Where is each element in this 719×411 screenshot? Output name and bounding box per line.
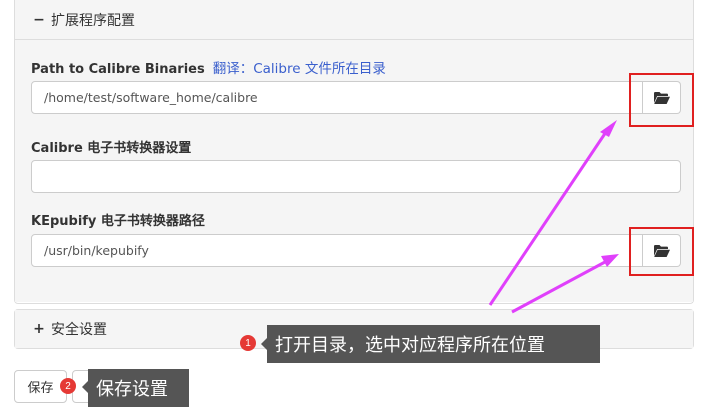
tooltip-2: 保存设置	[88, 369, 189, 407]
extension-config-title: 扩展程序配置	[51, 12, 135, 29]
highlight-box-binaries	[629, 73, 694, 127]
kepubify-path-group: /usr/bin/kepubify	[31, 234, 681, 267]
plus-icon: +	[33, 321, 45, 337]
calibre-converter-label: Calibre 电子书转换器设置	[31, 141, 192, 156]
kepubify-path-input[interactable]: /usr/bin/kepubify	[31, 234, 643, 267]
tooltip-1: 打开目录，选中对应程序所在位置	[267, 325, 600, 363]
calibre-binaries-group: /home/test/software_home/calibre	[31, 81, 681, 114]
calibre-binaries-hint: 翻译：Calibre 文件所在目录	[212, 61, 386, 77]
calibre-converter-input[interactable]	[31, 160, 681, 193]
minus-icon: −	[33, 11, 45, 28]
extension-config-panel: − 扩展程序配置 Path to Calibre Binaries 翻译：Cali…	[14, 0, 694, 304]
kepubify-path-label: KEpubify 电子书转换器路径	[31, 214, 205, 229]
annotation-badge-2: 2	[60, 378, 76, 394]
extension-config-body: Path to Calibre Binaries 翻译：Calibre 文件所在目…	[15, 40, 693, 302]
settings-page: − 扩展程序配置 Path to Calibre Binaries 翻译：Cali…	[0, 0, 719, 411]
highlight-box-kepubify	[629, 227, 694, 276]
security-title: 安全设置	[51, 322, 107, 338]
extension-config-heading[interactable]: − 扩展程序配置	[15, 0, 693, 40]
calibre-converter-group	[31, 160, 681, 193]
annotation-badge-1: 1	[240, 335, 256, 351]
calibre-binaries-input[interactable]: /home/test/software_home/calibre	[31, 81, 643, 114]
calibre-binaries-label-text: Path to Calibre Binaries	[31, 62, 205, 77]
calibre-binaries-label: Path to Calibre Binaries 翻译：Calibre 文件所在目…	[31, 57, 386, 77]
